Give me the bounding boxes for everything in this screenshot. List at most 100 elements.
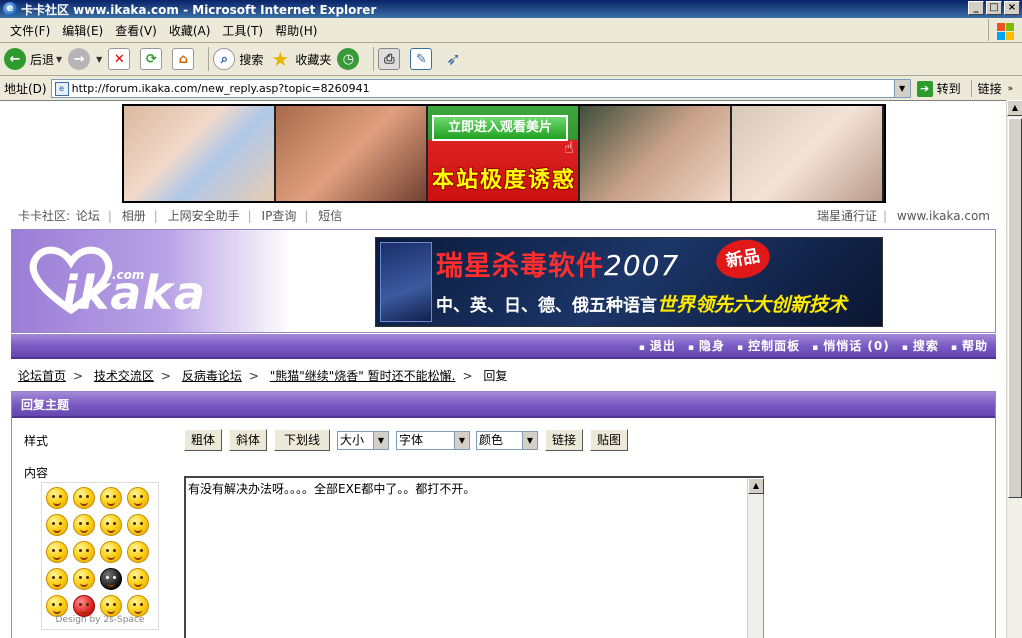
emoticon-angry-icon[interactable] xyxy=(73,595,95,617)
product-box-image xyxy=(380,242,432,322)
ie-logo-icon: e xyxy=(3,2,17,16)
topnav-link-security-assistant[interactable]: 上网安全助手 xyxy=(168,209,240,223)
history-button[interactable]: ◷ xyxy=(337,48,363,70)
emoticon-think-icon[interactable] xyxy=(127,568,149,590)
home-icon: ⌂ xyxy=(172,48,195,70)
topnav-link-forum[interactable]: 论坛 xyxy=(76,209,100,223)
topnav-link-messages[interactable]: 短信 xyxy=(318,209,342,223)
back-button[interactable]: ← 后退 ▼ xyxy=(4,48,62,70)
menu-view[interactable]: 查看(V) xyxy=(109,22,163,39)
chevron-down-icon[interactable]: ▼ xyxy=(454,432,469,449)
edit-button[interactable]: ✎ xyxy=(410,48,436,70)
search-button[interactable]: ⌕ 搜索 xyxy=(213,48,263,70)
chevron-down-icon[interactable]: ▼ xyxy=(522,432,537,449)
topnav-link-album[interactable]: 相册 xyxy=(122,209,146,223)
content-textarea[interactable]: 有没有解决办法呀。。。。全部EXE都中了。。都打不开。 ▲ xyxy=(184,476,764,638)
breadcrumb-antivirus-forum[interactable]: 反病毒论坛 xyxy=(182,369,242,383)
emoticon-tongue-icon[interactable] xyxy=(73,568,95,590)
scroll-up-icon[interactable]: ▲ xyxy=(1007,100,1022,116)
go-label: 转到 xyxy=(936,82,961,96)
nav-help[interactable]: 帮助 xyxy=(951,337,988,354)
emoticon-confused-icon[interactable] xyxy=(127,541,149,563)
links-button[interactable]: 链接 xyxy=(970,80,1002,97)
chevron-down-icon[interactable]: ▼ xyxy=(56,55,62,64)
menu-file[interactable]: 文件(F) xyxy=(4,22,56,39)
favorites-button[interactable]: ★ 收藏夹 xyxy=(269,47,332,71)
messenger-button[interactable]: ➶ xyxy=(442,48,468,70)
go-button[interactable]: ➔ 转到 xyxy=(916,80,961,97)
content-text[interactable]: 有没有解决办法呀。。。。全部EXE都中了。。都打不开。 xyxy=(188,480,475,497)
chevron-down-icon[interactable]: ▼ xyxy=(373,432,388,449)
close-button[interactable]: × xyxy=(1004,1,1020,15)
emoticon-wink-icon[interactable] xyxy=(46,514,68,536)
refresh-button[interactable]: ⟳ xyxy=(140,48,166,70)
image-button[interactable]: 贴图 xyxy=(590,429,628,451)
font-select[interactable]: 字体 ▼ xyxy=(396,431,470,450)
italic-button[interactable]: 斜体 xyxy=(229,429,267,451)
address-url[interactable]: http://forum.ikaka.com/new_reply.asp?top… xyxy=(72,82,370,95)
menu-edit[interactable]: 编辑(E) xyxy=(56,22,109,39)
address-bar: 地址(D) e http://forum.ikaka.com/new_reply… xyxy=(0,77,1022,100)
topnav-link-homepage[interactable]: www.ikaka.com xyxy=(897,209,990,223)
emoticon-sweat-icon[interactable] xyxy=(46,595,68,617)
ikaka-logo[interactable]: ikaka .com xyxy=(12,230,292,332)
scrollbar-thumb[interactable] xyxy=(1008,118,1022,498)
topnav-link-passport[interactable]: 瑞星通行证 xyxy=(817,209,877,223)
topnav-link-ip-lookup[interactable]: IP查询 xyxy=(262,209,297,223)
chevron-down-icon[interactable]: ▼ xyxy=(96,55,102,64)
window-title: 卡卡社区 www.ikaka.com - Microsoft Internet … xyxy=(21,2,377,17)
emoticon-grin-icon[interactable] xyxy=(73,487,95,509)
emoticon-panel: Design by 2s-Space xyxy=(41,482,159,630)
nav-logout[interactable]: 退出 xyxy=(639,337,676,354)
menu-tools[interactable]: 工具(T) xyxy=(216,22,269,39)
emoticon-smile-icon[interactable] xyxy=(46,487,68,509)
reply-form-title: 回复主题 xyxy=(12,392,995,418)
emoticon-dizzy-icon[interactable] xyxy=(127,595,149,617)
textarea-scrollbar[interactable]: ▲ xyxy=(747,478,764,638)
maximize-button[interactable]: □ xyxy=(986,1,1002,15)
nav-control-panel[interactable]: 控制面板 xyxy=(737,337,800,354)
emoticon-kiss-icon[interactable] xyxy=(73,541,95,563)
refresh-icon: ⟳ xyxy=(140,48,163,70)
print-button[interactable]: ⎙ xyxy=(378,48,404,70)
chevron-right-icon[interactable]: » xyxy=(1008,84,1014,94)
favorites-label: 收藏夹 xyxy=(295,52,332,67)
menu-favorites[interactable]: 收藏(A) xyxy=(163,22,217,39)
reply-form: 回复主题 样式 粗体 斜体 下划线 大小 ▼ 字体 ▼ 颜色 ▼ 链接 贴图 内容 xyxy=(11,391,996,638)
bold-button[interactable]: 粗体 xyxy=(184,429,222,451)
scroll-up-icon[interactable]: ▲ xyxy=(748,478,764,494)
emoticon-shy-icon[interactable] xyxy=(46,541,68,563)
ad-banner[interactable]: 立即进入观看美片 ☝ 本站极度诱惑 xyxy=(122,104,886,203)
emoticon-laugh-icon[interactable] xyxy=(100,514,122,536)
emoticon-happy-icon[interactable] xyxy=(100,595,122,617)
address-input[interactable]: e http://forum.ikaka.com/new_reply.asp?t… xyxy=(50,79,911,98)
nav-invisible[interactable]: 隐身 xyxy=(688,337,725,354)
size-select[interactable]: 大小 ▼ xyxy=(337,431,389,450)
link-button[interactable]: 链接 xyxy=(545,429,583,451)
content-label: 内容 xyxy=(24,466,49,480)
ad-headline: 瑞星杀毒软件2007 xyxy=(436,249,680,282)
nav-search[interactable]: 搜索 xyxy=(902,337,939,354)
emoticon-cool-icon[interactable] xyxy=(73,514,95,536)
breadcrumb-topic[interactable]: "熊猫"继续"烧香" 暂时还不能松懈. xyxy=(270,369,456,383)
color-select[interactable]: 颜色 ▼ xyxy=(476,431,538,450)
rising-antivirus-ad[interactable]: 瑞星杀毒软件2007 新品 中、英、日、德、俄五种语言世界领先六大创新技术 xyxy=(375,237,883,327)
breadcrumb-forum-home[interactable]: 论坛首页 xyxy=(18,369,66,383)
emoticon-devil-icon[interactable] xyxy=(100,568,122,590)
emoticon-love-icon[interactable] xyxy=(127,487,149,509)
emoticon-sleep-icon[interactable] xyxy=(127,514,149,536)
stop-button[interactable]: ✕ xyxy=(108,48,134,70)
forward-button[interactable]: → ▼ xyxy=(68,48,102,70)
underline-button[interactable]: 下划线 xyxy=(274,429,330,451)
page-scrollbar[interactable]: ▲ xyxy=(1006,100,1022,638)
banner-cta-button[interactable]: 立即进入观看美片 xyxy=(432,115,568,141)
menu-help[interactable]: 帮助(H) xyxy=(269,22,323,39)
emoticon-surprise-icon[interactable] xyxy=(100,541,122,563)
chevron-down-icon[interactable]: ▼ xyxy=(893,80,910,97)
nav-private-messages[interactable]: 悄悄话 (0) xyxy=(812,337,890,354)
emoticon-cry-icon[interactable] xyxy=(46,568,68,590)
breadcrumb-tech-exchange[interactable]: 技术交流区 xyxy=(94,369,154,383)
home-button[interactable]: ⌂ xyxy=(172,48,198,70)
minimize-button[interactable]: _ xyxy=(968,1,984,15)
emoticon-sad-icon[interactable] xyxy=(100,487,122,509)
